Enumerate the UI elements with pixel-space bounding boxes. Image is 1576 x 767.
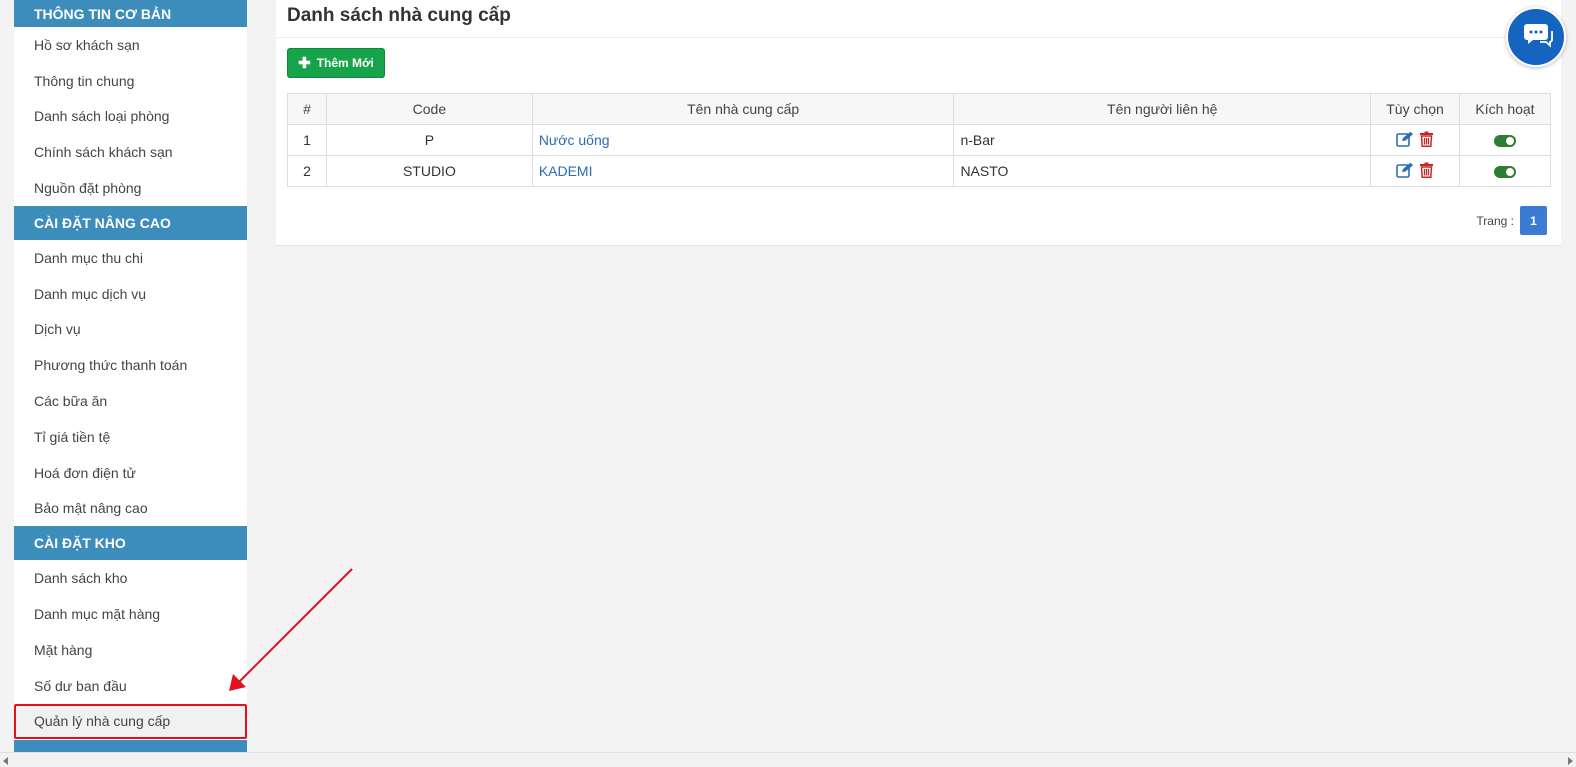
cell-options [1370, 155, 1460, 187]
cell-contact-name: NASTO [953, 155, 1372, 187]
cell-supplier-name-link[interactable]: KADEMI [531, 155, 955, 187]
sidebar-item-exchange-rates[interactable]: Tỉ giá tiền tệ [14, 419, 247, 455]
col-header-active: Kích hoạt [1459, 93, 1551, 125]
col-header-num: # [287, 93, 327, 125]
col-header-options: Tùy chọn [1370, 93, 1460, 125]
scroll-left-icon[interactable] [3, 757, 8, 765]
active-toggle[interactable] [1494, 135, 1516, 148]
cell-code: P [325, 124, 533, 156]
sidebar-item-hotel-profile[interactable]: Hồ sơ khách sạn [14, 27, 247, 63]
cell-contact-name: n-Bar [953, 124, 1372, 156]
sidebar-item-service-categories[interactable]: Danh mục dịch vụ [14, 276, 247, 312]
sidebar-item-income-expense[interactable]: Danh mục thu chi [14, 240, 247, 276]
edit-icon[interactable] [1395, 162, 1414, 181]
table-header-row: # Code Tên nhà cung cấp Tên người liên h… [287, 93, 1551, 125]
trash-icon[interactable] [1419, 131, 1434, 150]
cell-num: 2 [287, 155, 327, 187]
sidebar-item-warehouses[interactable]: Danh sách kho [14, 560, 247, 596]
horizontal-scrollbar[interactable] [0, 752, 1576, 767]
supplier-list-panel: Danh sách nhà cung cấp ✚ Thêm Mới # Code… [276, 0, 1561, 246]
add-new-button[interactable]: ✚ Thêm Mới [287, 48, 385, 78]
cell-options [1370, 124, 1460, 156]
active-toggle[interactable] [1494, 166, 1516, 179]
pagination: Trang : 1 [1476, 206, 1547, 235]
sidebar-item-e-invoice[interactable]: Hoá đơn điện tử [14, 455, 247, 491]
trash-icon[interactable] [1419, 162, 1434, 181]
section-header-basic-info[interactable]: THÔNG TIN CƠ BẢN [14, 0, 247, 27]
sidebar-item-opening-balance[interactable]: Số dư ban đầu [14, 668, 247, 704]
table-row: 2 STUDIO KADEMI NASTO [287, 155, 1551, 187]
chat-icon [1519, 21, 1553, 54]
col-header-code[interactable]: Code [325, 93, 533, 125]
page-button-current[interactable]: 1 [1520, 206, 1547, 235]
edit-icon[interactable] [1395, 131, 1414, 150]
sidebar-item-services[interactable]: Dịch vụ [14, 312, 247, 348]
section-header-next[interactable] [14, 740, 247, 752]
sidebar: THÔNG TIN CƠ BẢN Hồ sơ khách sạn Thông t… [14, 0, 247, 752]
sidebar-item-hotel-policy[interactable]: Chính sách khách sạn [14, 134, 247, 170]
cell-active [1459, 155, 1551, 187]
pagination-label: Trang : [1476, 213, 1514, 228]
sidebar-item-item-categories[interactable]: Danh mục mặt hàng [14, 596, 247, 632]
section-header-advanced[interactable]: CÀI ĐẶT NÂNG CAO [14, 205, 247, 240]
sidebar-item-room-types[interactable]: Danh sách loại phòng [14, 99, 247, 135]
sidebar-item-booking-sources[interactable]: Nguồn đặt phòng [14, 170, 247, 206]
cell-active [1459, 124, 1551, 156]
sidebar-item-advanced-security[interactable]: Bảo mật nâng cao [14, 491, 247, 527]
section-header-warehouse[interactable]: CÀI ĐẶT KHO [14, 526, 247, 561]
sidebar-item-meals[interactable]: Các bữa ăn [14, 383, 247, 419]
cell-num: 1 [287, 124, 327, 156]
col-header-supplier-name[interactable]: Tên nhà cung cấp [531, 93, 955, 125]
sidebar-item-supplier-management[interactable]: Quản lý nhà cung cấp [14, 703, 247, 740]
chat-button[interactable] [1506, 7, 1566, 67]
cell-supplier-name-link[interactable]: Nước uống [531, 124, 955, 156]
sidebar-item-general-info[interactable]: Thông tin chung [14, 63, 247, 99]
add-new-label: Thêm Mới [316, 56, 374, 70]
page-title: Danh sách nhà cung cấp [276, 0, 1561, 38]
table-row: 1 P Nước uống n-Bar [287, 124, 1551, 156]
cell-code: STUDIO [325, 155, 533, 187]
sidebar-item-items[interactable]: Mặt hàng [14, 632, 247, 668]
scroll-right-icon[interactable] [1568, 757, 1573, 765]
sidebar-item-payment-methods[interactable]: Phương thức thanh toán [14, 347, 247, 383]
plus-icon: ✚ [298, 54, 311, 72]
supplier-table: # Code Tên nhà cung cấp Tên người liên h… [287, 93, 1551, 187]
col-header-contact-name[interactable]: Tên người liên hệ [953, 93, 1372, 125]
